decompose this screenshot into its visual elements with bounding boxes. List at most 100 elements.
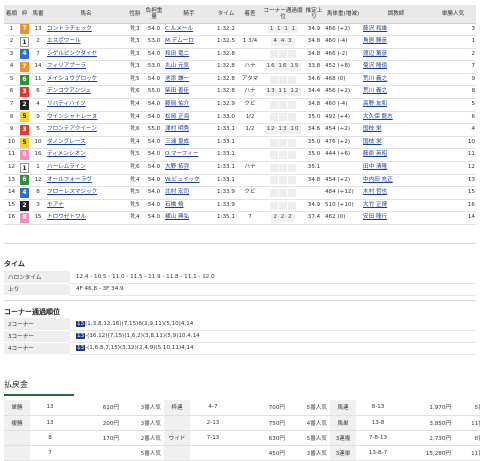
trainer-link[interactable]: 田中 清隆 [363, 164, 387, 170]
jockey-link[interactable]: C.ルメール [165, 26, 193, 32]
trainer-link[interactable]: 大竹 正博 [363, 202, 387, 208]
header-bodyweight[interactable]: 馬体重(増減) [324, 5, 362, 24]
header-sexage[interactable]: 性齢 [126, 5, 144, 24]
header-agari[interactable]: 推定上り [304, 5, 324, 24]
jockey-link[interactable]: 藤岡 佑介 [165, 101, 189, 107]
trainer-link[interactable]: 荒川 義之 [363, 76, 387, 82]
result-row: 6 3 6 デンコウアンジュ 牝6 55.0 柴田 善臣 1:32.8 ハナ 13 11 12 34… [4, 85, 476, 100]
waku-badge: 6 [20, 175, 29, 186]
result-jockey: O.マーフィー [164, 148, 214, 163]
result-pop: 9 [430, 73, 476, 87]
horse-link[interactable]: ウインシャトレーヌ [47, 114, 97, 120]
trainer-link[interactable]: 高野 友和 [363, 101, 387, 107]
horse-link[interactable]: ダノングレース [47, 139, 86, 145]
payout-type: 馬連 [330, 400, 356, 416]
result-bw: 452 (+8) [324, 60, 362, 74]
horse-link[interactable]: フロンテアクイーン [47, 126, 97, 132]
payout-type: ワイド [164, 430, 190, 446]
horse-link[interactable]: フィリアプーラ [47, 63, 86, 69]
horse-link[interactable]: シゲルピンクダイヤ [47, 51, 97, 57]
jockey-link[interactable]: M.デムーロ [165, 38, 194, 44]
result-row: 15 2 3 モアナ 牝5 54.0 石橋 脩 1:33.9 34.9 510 (+10) 大竹 正… [4, 199, 476, 213]
payout-amount: 610円 [70, 400, 122, 416]
jockey-link[interactable]: 津村 明秀 [165, 126, 189, 132]
trainer-link[interactable]: 国枝 栄 [363, 126, 382, 132]
result-corner [262, 161, 304, 175]
horse-link[interactable]: エスポワール [47, 38, 81, 44]
result-time: 1:33.1 [214, 136, 238, 150]
result-sexage: 牝3 [126, 23, 144, 37]
result-row: 5 6 11 メイショウグロッケ 牝5 54.0 池添 謙一 1:32.8 アタマ 34.6 468… [4, 73, 476, 87]
corner-placeholder [269, 176, 278, 185]
result-umaban: 1 [30, 161, 46, 175]
corner-placeholder [287, 138, 296, 147]
horse-link[interactable]: デンコウアンジュ [47, 88, 91, 95]
jockey-link[interactable]: 北村 宏司 [165, 189, 189, 195]
horse-link[interactable]: モアナ [47, 202, 64, 208]
result-agari: 34.9 [304, 199, 324, 213]
corner-row-2: 2コーナー 13(1,3,8,12,16)(7,15)6(2,9,11)(5,1… [4, 318, 476, 331]
jockey-link[interactable]: W.ビュイック [165, 177, 200, 183]
jockey-link[interactable]: 大野 拓弥 [165, 164, 189, 170]
corner-order-2: (1,3,8,12,16)(7,15)6(2,9,11)(5,10)4,14 [85, 320, 194, 327]
lap-label-agari: 上り [4, 283, 70, 296]
jockey-link[interactable]: 和田 竜二 [165, 51, 189, 57]
result-row: 10 5 10 ダノングレース 牝4 54.0 三浦 皇成 1:33.1 35.0 476 (+2… [4, 136, 476, 150]
trainer-link[interactable]: 藤原 英昭 [363, 151, 387, 158]
jockey-link[interactable]: 池添 謙一 [165, 76, 189, 82]
horse-link[interactable]: ハーレムライン [47, 164, 86, 170]
payout-popularity: 8番人気 [454, 430, 480, 446]
lap-value-agari: 4F 46.8 - 3F 34.9 [70, 283, 476, 296]
horse-link[interactable]: ディメンシオン [47, 151, 86, 158]
jockey-link[interactable]: 横山 典弘 [165, 214, 189, 221]
payout-numbers: 13 [30, 400, 70, 416]
horse-link[interactable]: フローレスマジック [47, 189, 97, 195]
header-popularity[interactable]: 単勝人気 [430, 5, 476, 24]
jockey-link[interactable]: 松岡 正海 [165, 114, 189, 120]
trainer-link[interactable]: 菊沢 隆徳 [363, 63, 387, 69]
trainer-link[interactable]: 国枝 栄 [363, 139, 382, 145]
header-time[interactable]: タイム [214, 5, 238, 24]
jockey-link[interactable]: 柴田 善臣 [165, 88, 189, 95]
trainer-link[interactable]: 角居 勝彦 [363, 38, 387, 44]
jockey-link[interactable]: 丸山 元気 [165, 63, 189, 69]
header-name[interactable]: 馬名 [46, 5, 126, 24]
result-weight: 54.0 [144, 186, 164, 200]
header-margin[interactable]: 着差 [238, 5, 262, 24]
jockey-link[interactable]: O.マーフィー [165, 151, 198, 158]
result-waku: 8 [19, 148, 30, 163]
result-pop: 2 [430, 48, 476, 62]
trainer-link[interactable]: 中内田 充正 [363, 177, 393, 183]
header-rank[interactable]: 着順 [4, 5, 19, 24]
trainer-link[interactable]: 荒川 義之 [363, 88, 387, 95]
trainer-link[interactable]: 大久保 龍志 [363, 114, 393, 120]
trainer-link[interactable]: 安田 隆行 [363, 214, 387, 221]
waku-badge: 7 [20, 62, 29, 73]
jockey-link[interactable]: 三浦 皇成 [165, 139, 189, 145]
header-trainer[interactable]: 調教師 [362, 5, 430, 24]
horse-link[interactable]: トロワゼトワル [47, 214, 86, 221]
result-sexage: 牝6 [126, 161, 144, 175]
trainer-link[interactable]: 渡辺 薫彦 [363, 51, 387, 57]
result-pop: 1 [430, 35, 476, 49]
corner-placeholder [269, 100, 278, 109]
horse-link[interactable]: オールフォーラヴ [47, 177, 92, 183]
trainer-link[interactable]: 藤沢 和雄 [363, 26, 387, 32]
result-umaban: 12 [30, 174, 46, 188]
result-bw: 462 (0) [324, 211, 362, 225]
result-umaban: 15 [30, 211, 46, 225]
trainer-link[interactable]: 木村 哲也 [363, 189, 387, 195]
result-row: 3 4 7 シゲルピンクダイヤ 牝3 54.0 和田 竜二 1:32.8 34.8 466 (-2… [4, 48, 476, 62]
header-jockey[interactable]: 騎手 [164, 5, 214, 24]
header-weight[interactable]: 負担重量 [144, 5, 164, 24]
header-waku[interactable]: 枠 [19, 5, 30, 24]
result-name: オールフォーラヴ [46, 174, 126, 188]
horse-link[interactable]: リバティハイツ [47, 101, 86, 107]
horse-link[interactable]: メイショウグロッケ [47, 76, 97, 82]
jockey-link[interactable]: 石橋 脩 [165, 202, 184, 208]
result-waku: 6 [19, 73, 30, 87]
result-weight: 54.0 [144, 111, 164, 125]
horse-link[interactable]: コントラチェック [47, 26, 92, 32]
header-umaban[interactable]: 馬番 [30, 5, 46, 24]
header-corner[interactable]: コーナー通過順位 [262, 5, 304, 24]
